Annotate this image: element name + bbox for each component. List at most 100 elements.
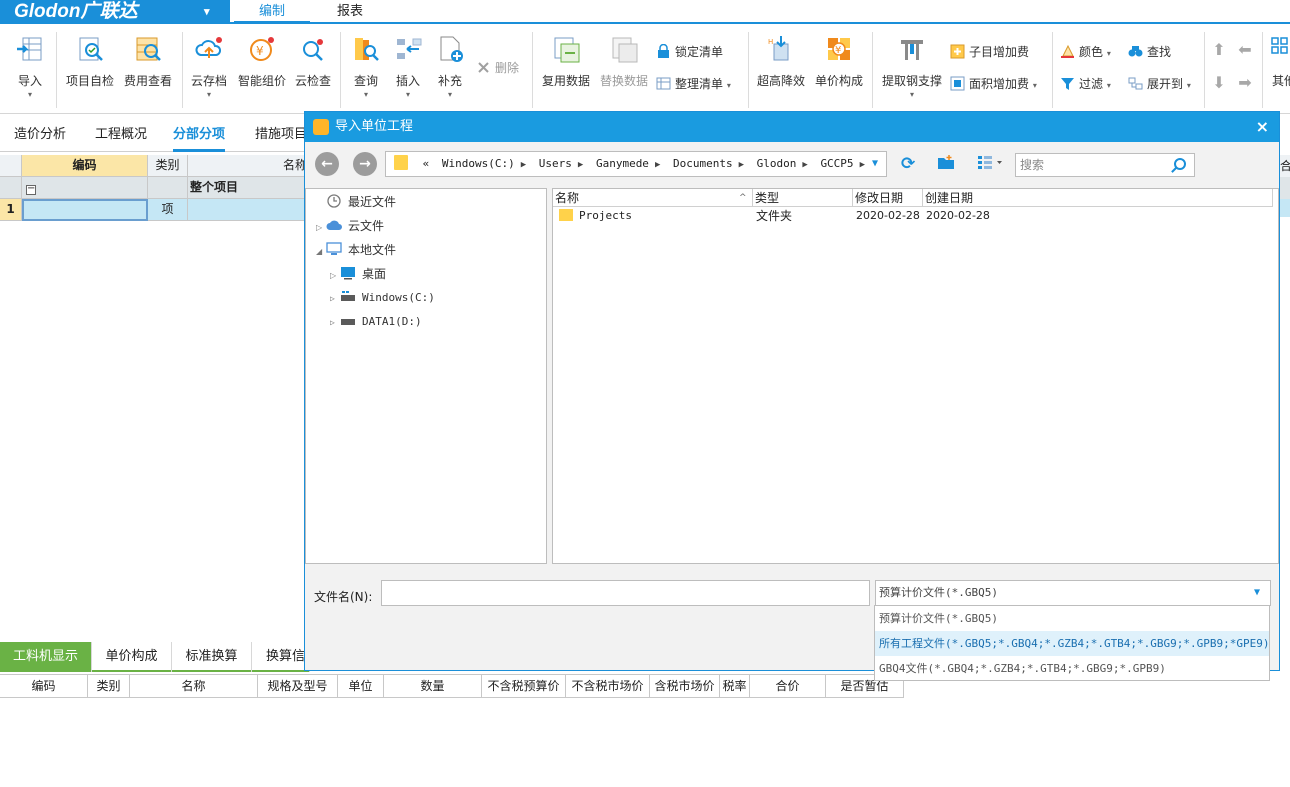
tree-item-recent[interactable]: 最近文件: [316, 192, 396, 212]
tree-item-drive-d[interactable]: ▷ DATA1(D:): [330, 312, 422, 332]
file-col-name[interactable]: 名称 ^: [553, 189, 753, 207]
self-check-button[interactable]: 项目自检: [62, 34, 118, 89]
color-button[interactable]: 颜色 ▾: [1060, 43, 1111, 61]
tab-cost-analysis[interactable]: 造价分析: [14, 118, 66, 152]
extract-steel-support-button[interactable]: 提取钢支撑 ▾: [878, 34, 946, 99]
bcol-code[interactable]: 编码: [0, 675, 88, 698]
move-left-button[interactable]: ⬅: [1236, 40, 1254, 59]
move-up-button[interactable]: ⬆: [1210, 40, 1228, 59]
organize-list-button[interactable]: 整理清单 ▾: [656, 75, 731, 93]
file-col-type[interactable]: 类型: [753, 189, 853, 207]
breadcrumb-item[interactable]: Users: [539, 157, 572, 170]
tree-item-cloud[interactable]: ▷ 云文件: [316, 216, 384, 236]
bcol-budget-price[interactable]: 不含税预算价: [482, 675, 566, 698]
filename-input[interactable]: [381, 580, 870, 606]
bcol-type[interactable]: 类别: [88, 675, 130, 698]
breadcrumb-item[interactable]: Windows(C:): [442, 157, 515, 170]
smart-pricing-button[interactable]: ¥ 智能组价: [234, 34, 290, 89]
unit-price-composition-button[interactable]: ¥ 单价构成: [812, 34, 866, 89]
item-add-fee-button[interactable]: 子目增加费: [950, 43, 1029, 61]
expand-to-button[interactable]: 展开到 ▾: [1128, 75, 1191, 93]
logo-dropdown-icon[interactable]: ▾: [204, 0, 210, 24]
filetype-select[interactable]: 预算计价文件(*.GBQ5) ▼: [875, 580, 1271, 606]
view-mode-icon[interactable]: [977, 154, 1003, 175]
tab-conversion-info[interactable]: 换算信息: [252, 642, 310, 672]
tab-edit[interactable]: 编制: [234, 0, 310, 24]
breadcrumb-item[interactable]: Documents: [673, 157, 733, 170]
other-button[interactable]: 其他: [1268, 34, 1290, 89]
forward-button[interactable]: →: [353, 152, 377, 176]
app-logo[interactable]: Glodon广联达 ▾: [0, 0, 230, 24]
bcol-market-price[interactable]: 不含税市场价: [566, 675, 650, 698]
query-button[interactable]: 查询 ▾: [346, 34, 386, 99]
insert-button[interactable]: 插入 ▾: [388, 34, 428, 99]
chevron-right-icon[interactable]: ▶: [860, 160, 865, 170]
bcol-tax-rate[interactable]: 税率: [720, 675, 750, 698]
tab-labor-material[interactable]: 工料机显示: [0, 642, 92, 672]
file-col-modified[interactable]: 修改日期: [853, 189, 923, 207]
breadcrumb-item[interactable]: Ganymede: [596, 157, 649, 170]
chevron-right-icon[interactable]: ▶: [521, 160, 526, 170]
chevron-right-icon[interactable]: ▶: [739, 160, 744, 170]
tab-project-overview[interactable]: 工程概况: [95, 118, 147, 152]
breadcrumb-overflow[interactable]: «: [423, 157, 430, 170]
chevron-right-icon[interactable]: ▶: [655, 160, 660, 170]
fee-view-button[interactable]: 费用查看: [120, 34, 176, 89]
cell-type[interactable]: 项: [148, 199, 188, 221]
bcol-name[interactable]: 名称: [130, 675, 258, 698]
filetype-option[interactable]: GBQ4文件(*.GBQ4;*.GZB4;*.GTB4;*.GBG9;*.GPB…: [875, 656, 1269, 681]
import-button[interactable]: 导入 ▾: [10, 34, 50, 99]
col-header-code[interactable]: 编码: [22, 155, 148, 177]
chevron-right-icon[interactable]: ▶: [802, 160, 807, 170]
breadcrumb-item[interactable]: GCCP5: [820, 157, 853, 170]
bcol-quantity[interactable]: 数量: [384, 675, 482, 698]
search-icon[interactable]: [1174, 158, 1186, 170]
back-button[interactable]: ←: [315, 152, 339, 176]
tab-report[interactable]: 报表: [322, 0, 378, 24]
filetype-option[interactable]: 预算计价文件(*.GBQ5): [875, 606, 1269, 631]
replace-data-button[interactable]: 替换数据: [596, 34, 652, 89]
row-index[interactable]: 1: [0, 199, 22, 221]
tab-sub-items[interactable]: 分部分项: [173, 118, 226, 152]
col-header-name[interactable]: 名称: [188, 155, 310, 177]
tab-unit-price[interactable]: 单价构成: [92, 642, 172, 672]
tab-measures[interactable]: 措施项目: [255, 118, 307, 152]
filter-button[interactable]: 过滤 ▾: [1060, 75, 1111, 93]
bcol-total[interactable]: 合价: [750, 675, 826, 698]
filetype-option-highlighted[interactable]: 所有工程文件(*.GBQ5;*.GBQ4;*.GZB4;*.GTB4;*.GBG…: [875, 631, 1269, 656]
cell-name[interactable]: [188, 199, 310, 221]
file-col-created[interactable]: 创建日期: [923, 189, 1273, 207]
address-dropdown-icon[interactable]: ▼: [872, 152, 878, 176]
tree-item-local[interactable]: ◢ 本地文件: [316, 240, 396, 260]
high-efficiency-button[interactable]: H 超高降效: [754, 34, 808, 89]
collapse-toggle[interactable]: −: [22, 177, 148, 199]
address-bar[interactable]: « Windows(C:) ▶ Users ▶ Ganymede ▶ Document…: [385, 151, 887, 177]
dialog-title-bar[interactable]: 导入单位工程 ×: [305, 112, 1279, 142]
find-button[interactable]: 查找: [1128, 43, 1171, 61]
cloud-check-button[interactable]: 云检查: [292, 34, 334, 89]
cloud-save-button[interactable]: 云存档 ▾: [188, 34, 230, 99]
supplement-button[interactable]: 补充 ▾: [430, 34, 470, 99]
cell-code-selected[interactable]: [22, 199, 148, 221]
search-input[interactable]: 搜索: [1015, 153, 1195, 177]
tree-item-drive-c[interactable]: ▷ Windows(C:): [330, 288, 435, 308]
move-right-button[interactable]: ➡: [1236, 73, 1254, 92]
close-icon[interactable]: ×: [1256, 112, 1269, 142]
delete-button[interactable]: 删除: [476, 59, 519, 77]
bcol-spec[interactable]: 规格及型号: [258, 675, 338, 698]
bcol-tax-market-price[interactable]: 含税市场价: [650, 675, 720, 698]
chevron-down-icon[interactable]: ▼: [1254, 581, 1260, 605]
tree-item-desktop[interactable]: ▷ 桌面: [330, 264, 386, 284]
area-add-fee-button[interactable]: 面积增加费 ▾: [950, 75, 1037, 93]
reuse-data-button[interactable]: 复用数据: [538, 34, 594, 89]
tab-standard-conversion[interactable]: 标准换算: [172, 642, 252, 672]
new-folder-icon[interactable]: [937, 154, 955, 175]
bcol-unit[interactable]: 单位: [338, 675, 384, 698]
lock-list-button[interactable]: 锁定清单: [656, 43, 723, 61]
row-whole-project[interactable]: 整个项目: [188, 177, 310, 199]
col-header-type[interactable]: 类别: [148, 155, 188, 177]
move-down-button[interactable]: ⬇: [1210, 73, 1228, 92]
refresh-icon[interactable]: ⟳: [901, 154, 915, 174]
breadcrumb-item[interactable]: Glodon: [757, 157, 797, 170]
chevron-right-icon[interactable]: ▶: [578, 160, 583, 170]
